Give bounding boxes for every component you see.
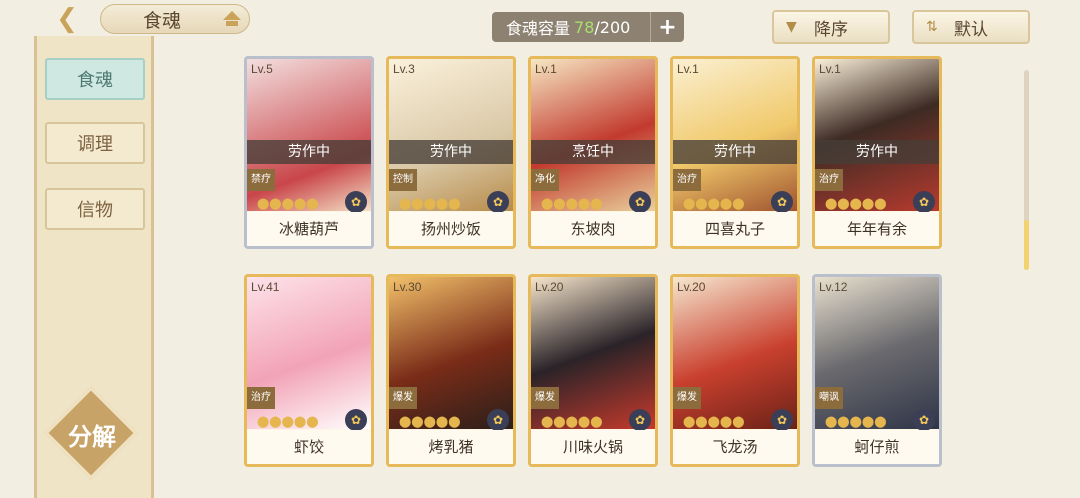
star-rating: ⬤⬤⬤⬤⬤ <box>825 415 887 428</box>
role-badge: 治疗 <box>815 169 843 191</box>
food-soul-card[interactable]: Lv.1 烹饪中 净化 ⬤⬤⬤⬤⬤ ✿ 东坡肉 <box>528 56 658 249</box>
status-label: 劳作中 <box>673 140 797 164</box>
role-badge: 治疗 <box>247 387 275 409</box>
level-label: Lv.12 <box>819 280 848 294</box>
sort-mode-button[interactable]: ⇅ 默认 <box>912 10 1030 44</box>
element-icon: ✿ <box>487 409 509 431</box>
role-badge: 禁疗 <box>247 169 275 191</box>
element-icon: ✿ <box>345 191 367 213</box>
element-icon: ✿ <box>487 191 509 213</box>
element-icon: ✿ <box>771 191 793 213</box>
role-badge: 控制 <box>389 169 417 191</box>
sort-mode-label: 默认 <box>954 19 988 40</box>
status-label: 劳作中 <box>389 140 513 164</box>
scrollbar-thumb[interactable] <box>1024 220 1029 270</box>
level-label: Lv.30 <box>393 280 422 294</box>
role-badge: 爆发 <box>673 387 701 409</box>
tab-conditioning[interactable]: 调理 <box>45 122 145 164</box>
card-name: 蚵仔煎 <box>815 430 939 464</box>
level-label: Lv.20 <box>677 280 706 294</box>
role-badge: 爆发 <box>389 387 417 409</box>
food-soul-card[interactable]: Lv.1 劳作中 治疗 ⬤⬤⬤⬤⬤ ✿ 四喜丸子 <box>670 56 800 249</box>
star-rating: ⬤⬤⬤⬤⬤ <box>541 415 603 428</box>
sort-arrow-icon: ▼ <box>786 19 797 35</box>
card-name: 扬州炒饭 <box>389 212 513 246</box>
capacity-label: 食魂容量 <box>506 19 571 38</box>
tab-label: 信物 <box>77 200 113 221</box>
tab-label: 调理 <box>77 134 113 155</box>
card-name: 烤乳猪 <box>389 430 513 464</box>
food-soul-card[interactable]: Lv.30 爆发 ⬤⬤⬤⬤⬤ ✿ 烤乳猪 <box>386 274 516 467</box>
star-rating: ⬤⬤⬤⬤⬤ <box>257 197 319 210</box>
food-soul-card[interactable]: Lv.20 爆发 ⬤⬤⬤⬤⬤ ✿ 飞龙汤 <box>670 274 800 467</box>
capacity-bar: 食魂容量 78 /200 + <box>492 12 684 42</box>
star-rating: ⬤⬤⬤⬤⬤ <box>399 197 461 210</box>
card-name: 川味火锅 <box>531 430 655 464</box>
tab-label: 食魂 <box>77 70 113 91</box>
card-name: 冰糖葫芦 <box>247 212 371 246</box>
role-badge: 爆发 <box>531 387 559 409</box>
level-label: Lv.1 <box>819 62 841 76</box>
capacity-current: 78 <box>574 17 595 37</box>
tab-token[interactable]: 信物 <box>45 188 145 230</box>
role-badge: 嘲讽 <box>815 387 843 409</box>
status-label: 劳作中 <box>247 140 371 164</box>
star-rating: ⬤⬤⬤⬤⬤ <box>683 415 745 428</box>
level-label: Lv.1 <box>677 62 699 76</box>
star-rating: ⬤⬤⬤⬤⬤ <box>541 197 603 210</box>
element-icon: ✿ <box>771 409 793 431</box>
card-name: 飞龙汤 <box>673 430 797 464</box>
level-label: Lv.41 <box>251 280 280 294</box>
star-rating: ⬤⬤⬤⬤⬤ <box>825 197 887 210</box>
star-rating: ⬤⬤⬤⬤⬤ <box>683 197 745 210</box>
status-label: 烹饪中 <box>531 140 655 164</box>
level-label: Lv.1 <box>535 62 557 76</box>
decompose-label: 分解 <box>68 422 116 451</box>
card-name: 虾饺 <box>247 430 371 464</box>
food-soul-card[interactable]: Lv.1 劳作中 治疗 ⬤⬤⬤⬤⬤ ✿ 年年有余 <box>812 56 942 249</box>
role-badge: 治疗 <box>673 169 701 191</box>
element-icon: ✿ <box>345 409 367 431</box>
element-icon: ✿ <box>629 191 651 213</box>
capacity-max: /200 <box>594 17 631 37</box>
element-icon: ✿ <box>913 191 935 213</box>
page-title: 食魂 <box>143 9 182 32</box>
food-soul-card[interactable]: Lv.3 劳作中 控制 ⬤⬤⬤⬤⬤ ✿ 扬州炒饭 <box>386 56 516 249</box>
card-name: 四喜丸子 <box>673 212 797 246</box>
food-soul-card[interactable]: Lv.20 爆发 ⬤⬤⬤⬤⬤ ✿ 川味火锅 <box>528 274 658 467</box>
role-badge: 净化 <box>531 169 559 191</box>
back-arrow-icon[interactable]: ❮ <box>50 4 84 34</box>
chef-hat-icon <box>223 11 241 26</box>
level-label: Lv.5 <box>251 62 273 76</box>
level-label: Lv.3 <box>393 62 415 76</box>
food-soul-card[interactable]: Lv.41 治疗 ⬤⬤⬤⬤⬤ ✿ 虾饺 <box>244 274 374 467</box>
element-icon: ✿ <box>913 409 935 431</box>
level-label: Lv.20 <box>535 280 564 294</box>
scrollbar[interactable] <box>1024 70 1029 270</box>
card-name: 东坡肉 <box>531 212 655 246</box>
food-soul-grid: Lv.5 劳作中 禁疗 ⬤⬤⬤⬤⬤ ✿ 冰糖葫芦 Lv.3 劳作中 控制 ⬤⬤⬤… <box>244 56 946 472</box>
star-rating: ⬤⬤⬤⬤⬤ <box>257 415 319 428</box>
star-rating: ⬤⬤⬤⬤⬤ <box>399 415 461 428</box>
swap-icon: ⇅ <box>926 19 938 35</box>
sort-order-button[interactable]: ▼ 降序 <box>772 10 890 44</box>
status-label: 劳作中 <box>815 140 939 164</box>
tab-food-soul[interactable]: 食魂 <box>45 58 145 100</box>
card-name: 年年有余 <box>815 212 939 246</box>
top-bar: ❮ 食魂 食魂容量 78 /200 + ▼ 降序 ⇅ 默认 <box>0 0 1080 44</box>
element-icon: ✿ <box>629 409 651 431</box>
add-capacity-button[interactable]: + <box>650 12 684 42</box>
sort-order-label: 降序 <box>814 19 848 40</box>
food-soul-card[interactable]: Lv.12 嘲讽 ⬤⬤⬤⬤⬤ ✿ 蚵仔煎 <box>812 274 942 467</box>
food-soul-card[interactable]: Lv.5 劳作中 禁疗 ⬤⬤⬤⬤⬤ ✿ 冰糖葫芦 <box>244 56 374 249</box>
